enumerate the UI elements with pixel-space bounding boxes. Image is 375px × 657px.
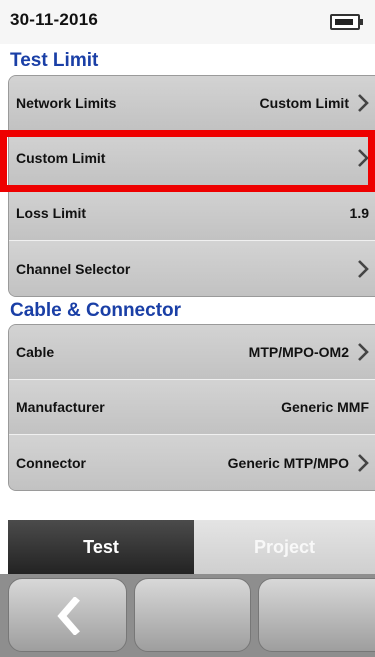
battery-level xyxy=(335,19,353,25)
custom-limit-label: Custom Limit xyxy=(16,150,106,166)
chevron-right-icon xyxy=(358,94,369,112)
date-display: 30-11-2016 xyxy=(10,10,99,29)
status-bar: 30-11-2016 xyxy=(0,0,375,44)
battery-icon xyxy=(330,14,363,30)
cable-label: Cable xyxy=(16,344,55,360)
channel-selector-row[interactable]: Channel Selector xyxy=(9,241,375,296)
back-button[interactable] xyxy=(8,578,127,652)
custom-limit-row[interactable]: Custom Limit xyxy=(9,131,375,186)
bottom-button-bar xyxy=(0,574,375,657)
manufacturer-value: Generic MMF xyxy=(281,399,369,415)
device-screen: 30-11-2016 Test Limit Network Limits Cus… xyxy=(0,0,375,657)
manufacturer-label: Manufacturer xyxy=(16,399,105,415)
cable-value: MTP/MPO-OM2 xyxy=(248,344,349,360)
connector-row[interactable]: Connector Generic MTP/MPO xyxy=(9,435,375,490)
connector-label: Connector xyxy=(16,454,86,471)
loss-limit-row[interactable]: Loss Limit 1.9 xyxy=(9,186,375,241)
connector-value: Generic MTP/MPO xyxy=(227,454,349,471)
chevron-left-icon xyxy=(57,597,80,635)
tab-project[interactable]: Project xyxy=(194,520,375,574)
soft-button-2[interactable] xyxy=(134,578,251,652)
loss-limit-label: Loss Limit xyxy=(16,205,87,221)
chevron-right-icon xyxy=(358,453,369,472)
channel-selector-label: Channel Selector xyxy=(16,260,131,277)
chevron-right-icon xyxy=(358,343,369,361)
manufacturer-row[interactable]: Manufacturer Generic MMF xyxy=(9,380,375,435)
chevron-right-icon xyxy=(358,259,369,278)
cable-row[interactable]: Cable MTP/MPO-OM2 xyxy=(9,325,375,380)
test-limit-group: Network Limits Custom Limit Custom Limit… xyxy=(8,75,375,297)
loss-limit-value: 1.9 xyxy=(349,205,369,221)
network-limits-row[interactable]: Network Limits Custom Limit xyxy=(9,76,375,131)
network-limits-label: Network Limits xyxy=(16,95,117,111)
tab-bar: Test Project xyxy=(0,520,375,574)
cable-connector-group: Cable MTP/MPO-OM2 Manufacturer Generic M… xyxy=(8,324,375,491)
chevron-right-icon xyxy=(358,149,369,167)
cable-connector-title: Cable & Connector xyxy=(10,300,182,321)
soft-button-3[interactable] xyxy=(258,578,375,652)
network-limits-value: Custom Limit xyxy=(259,95,349,111)
test-limit-title: Test Limit xyxy=(10,50,99,71)
tab-test[interactable]: Test xyxy=(8,520,194,574)
